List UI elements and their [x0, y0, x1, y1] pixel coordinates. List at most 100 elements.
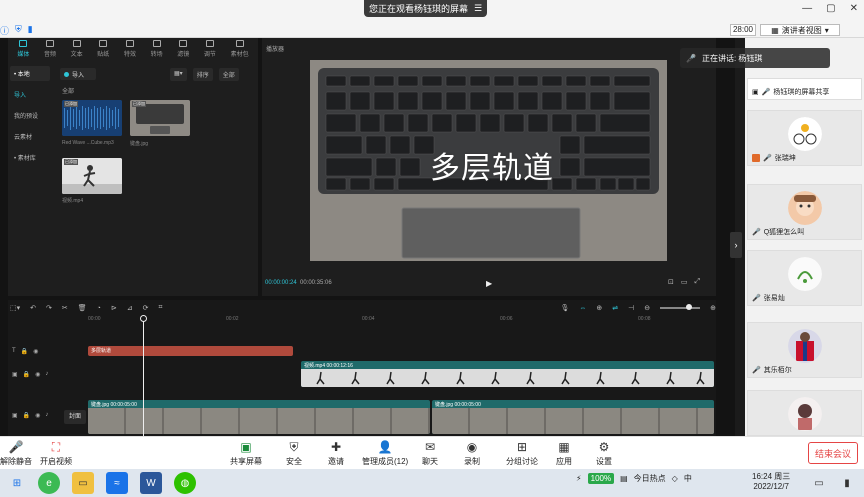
word-icon[interactable]: W: [140, 472, 162, 494]
collapse-panel-icon[interactable]: ›: [730, 232, 742, 258]
asset-thumb-audio[interactable]: 已添加: [62, 100, 122, 136]
sidenav-library[interactable]: • 素材库: [10, 150, 50, 165]
rotate-icon[interactable]: ⟳: [143, 304, 149, 312]
taskbar-clock[interactable]: 16:24 周三 2022/12/7: [752, 472, 790, 492]
fit-icon[interactable]: ⊡: [668, 278, 674, 286]
participant-tile[interactable]: 🎤 其乐栢尔: [747, 322, 862, 378]
wechat-icon[interactable]: ◍: [174, 472, 196, 494]
tab-audio[interactable]: 音频: [44, 40, 56, 62]
overlay-text[interactable]: 多层轨道: [430, 143, 554, 187]
eye-icon[interactable]: ◉: [35, 412, 40, 419]
video-button[interactable]: ⛶ 开启视频: [40, 440, 72, 467]
chat-button[interactable]: ✉ 聊天: [422, 440, 438, 467]
eye-icon[interactable]: ◉: [35, 371, 40, 378]
sort-button[interactable]: 排序: [192, 68, 213, 81]
lock-icon[interactable]: 🔒: [23, 412, 30, 419]
apps-button[interactable]: ▦ 应用: [556, 440, 572, 467]
security-button[interactable]: ⛨ 安全: [286, 440, 302, 467]
play-icon[interactable]: ▶: [486, 279, 492, 288]
tab-sticker[interactable]: 贴纸: [97, 40, 109, 62]
settings-button[interactable]: ⚙ 设置: [596, 440, 612, 467]
tab-effects[interactable]: 特效: [124, 40, 136, 62]
notification-icon[interactable]: ▭: [808, 472, 830, 494]
participant-tile[interactable]: 🎤 张瑞坤: [747, 110, 862, 166]
playhead-handle[interactable]: [140, 315, 147, 322]
sidenav-local[interactable]: • 本地: [10, 66, 50, 81]
windows-start-icon[interactable]: ⊞: [6, 472, 28, 494]
zoom-knob[interactable]: [686, 304, 693, 310]
tab-transition[interactable]: 转场: [151, 40, 163, 62]
zoom-in-icon[interactable]: ⊕: [710, 304, 716, 312]
link-icon[interactable]: ⇔: [579, 305, 586, 312]
tab-packs[interactable]: 素材包: [231, 40, 249, 62]
shield-icon[interactable]: ⛨: [15, 24, 22, 37]
crop-icon[interactable]: ⌗: [159, 304, 163, 312]
meeting-app-icon[interactable]: ≈: [106, 472, 128, 494]
playhead[interactable]: [143, 316, 144, 436]
audio-icon[interactable]: ♪: [45, 412, 48, 419]
delete-icon[interactable]: 🗑: [78, 304, 87, 312]
record-button[interactable]: ◉ 录制: [464, 440, 480, 467]
main-clip[interactable]: 键盘.jpg 00:00:05:00: [88, 400, 430, 434]
browser-icon[interactable]: e: [38, 472, 60, 494]
split-icon[interactable]: ✂: [62, 304, 68, 312]
breakout-button[interactable]: ⊞ 分组讨论: [506, 440, 538, 467]
asset-thumb-video[interactable]: 已添加: [62, 158, 122, 194]
minimize-icon[interactable]: —: [802, 3, 812, 14]
zoom-slider[interactable]: [660, 304, 701, 310]
timeline-ruler[interactable]: 00:00 00:02 00:04 00:06 00:08: [60, 316, 716, 324]
video-clip[interactable]: 视频.mp4 00:00:12:16: [301, 361, 714, 387]
tab-text[interactable]: 文本: [71, 40, 83, 62]
ratio-icon[interactable]: ▭: [681, 278, 688, 286]
import-button[interactable]: 导入: [60, 68, 96, 80]
zoom-out-icon[interactable]: ⊖: [644, 304, 650, 312]
battery-indicator[interactable]: 100%: [587, 473, 615, 484]
undo-icon[interactable]: ↶: [30, 304, 36, 312]
show-desktop-icon[interactable]: ▮: [836, 472, 858, 494]
invite-button[interactable]: ✚ 邀请: [328, 440, 344, 467]
filter-all-button[interactable]: 全部: [218, 68, 239, 81]
view-mode-button[interactable]: ▦ 演讲者视图 ▾: [760, 24, 840, 36]
participant-tile[interactable]: 🎤 Q狐狸怎么叫: [747, 184, 862, 240]
close-icon[interactable]: ✕: [850, 3, 858, 14]
participant-tile[interactable]: 🎤 张易灿: [747, 250, 862, 306]
sidenav-cloud[interactable]: 云素材: [10, 129, 50, 144]
preview-axis-icon[interactable]: ⇌: [612, 304, 618, 312]
maximize-icon[interactable]: ▢: [826, 3, 835, 14]
main-clip[interactable]: 键盘.jpg 00:00:05:00: [432, 400, 714, 434]
split-view-icon[interactable]: ⊣: [628, 304, 634, 312]
share-banner[interactable]: 您正在观看杨钰琪的屏幕 ☰: [364, 0, 487, 17]
freeze-icon[interactable]: ◔: [97, 305, 101, 312]
tab-media[interactable]: 媒体: [17, 40, 29, 62]
tab-filter[interactable]: 滤镜: [177, 40, 189, 62]
asset-thumb-image[interactable]: 已添加: [130, 100, 190, 136]
sidenav-import[interactable]: 导入: [10, 87, 50, 102]
eye-icon[interactable]: ◉: [33, 348, 38, 355]
magnet-icon[interactable]: ⊕: [596, 304, 602, 312]
view-toggle-button[interactable]: ▦▾: [170, 68, 187, 81]
tab-adjust[interactable]: 调节: [204, 40, 216, 62]
file-explorer-icon[interactable]: ▭: [72, 472, 94, 494]
network-icon[interactable]: ◇: [672, 474, 678, 483]
select-tool-icon[interactable]: ⬚▾: [10, 304, 20, 312]
participant-tile[interactable]: ▣ 🎤 杨钰琪的屏幕共享: [747, 78, 862, 100]
menu-icon[interactable]: ☰: [474, 3, 482, 14]
redo-icon[interactable]: ↷: [46, 304, 52, 312]
mute-button[interactable]: 🎤 解除静音: [0, 440, 32, 467]
mic-icon[interactable]: 🎙: [561, 304, 570, 312]
lock-icon[interactable]: 🔒: [21, 348, 28, 355]
manage-members-button[interactable]: 👤 管理成员(12): [362, 440, 408, 467]
participant-tile[interactable]: [747, 390, 862, 436]
sidenav-presets[interactable]: 我的预设: [10, 108, 50, 123]
lock-icon[interactable]: 🔒: [23, 371, 30, 378]
cover-button[interactable]: 封面: [64, 410, 86, 424]
text-clip[interactable]: 多层轨道: [88, 346, 293, 356]
info-icon[interactable]: ⓘ: [0, 24, 9, 37]
news-widget[interactable]: 今日热点: [634, 473, 666, 484]
share-screen-button[interactable]: ▣ 共享屏幕: [230, 440, 262, 467]
mirror-icon[interactable]: ⊿: [127, 304, 133, 312]
fullscreen-icon[interactable]: ⤢: [695, 278, 701, 286]
end-meeting-button[interactable]: 结束会议: [808, 442, 858, 464]
play-segment-icon[interactable]: ⊳: [111, 304, 117, 312]
audio-icon[interactable]: ♪: [45, 371, 48, 378]
